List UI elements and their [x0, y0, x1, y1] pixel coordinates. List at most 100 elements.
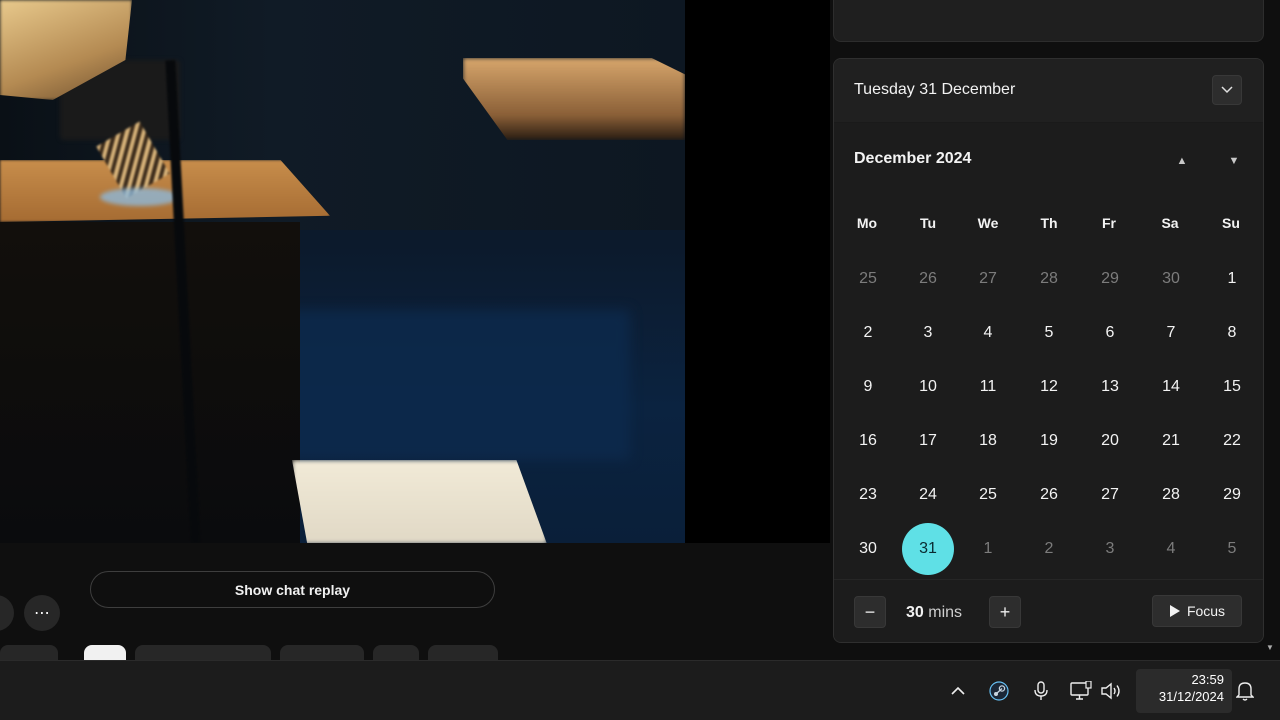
- calendar-day[interactable]: 1: [962, 523, 1014, 575]
- selected-date: Tuesday 31 December: [854, 81, 1016, 98]
- decrease-minutes-button[interactable]: −: [854, 596, 886, 628]
- increase-minutes-button[interactable]: +: [989, 596, 1021, 628]
- page-scrollbar[interactable]: [1264, 0, 1280, 660]
- focus-button[interactable]: Focus: [1152, 595, 1242, 627]
- notifications-button[interactable]: [1233, 679, 1257, 703]
- taskbar: 23:59 31/12/2024: [0, 660, 1280, 720]
- calendar-day[interactable]: 4: [1145, 523, 1197, 575]
- focus-label: Focus: [1186, 603, 1226, 619]
- calendar-day[interactable]: 24: [902, 469, 954, 521]
- calendar-day[interactable]: 18: [962, 415, 1014, 467]
- network-tray-button[interactable]: [1069, 679, 1093, 703]
- calendar-flyout: Tuesday 31 December December 2024 ▲ ▼ Mo…: [833, 58, 1264, 643]
- calendar-day[interactable]: 5: [1206, 523, 1258, 575]
- weekday-label: Th: [1040, 215, 1058, 231]
- calendar-day[interactable]: 15: [1206, 361, 1258, 413]
- chip-active[interactable]: [84, 645, 126, 660]
- play-icon: [1169, 605, 1180, 617]
- chip[interactable]: [0, 645, 58, 660]
- scroll-down-icon[interactable]: ▼: [1266, 643, 1274, 652]
- chat-replay-label: Show chat replay: [234, 581, 351, 598]
- calendar-day[interactable]: 13: [1084, 361, 1136, 413]
- chip[interactable]: [428, 645, 498, 660]
- calendar-day[interactable]: 3: [1084, 523, 1136, 575]
- steam-tray-button[interactable]: [987, 679, 1011, 703]
- video-player[interactable]: [0, 0, 830, 543]
- minus-icon: −: [864, 601, 876, 622]
- chip[interactable]: [280, 645, 364, 660]
- calendar-day[interactable]: 11: [962, 361, 1014, 413]
- calendar-day[interactable]: 25: [962, 469, 1014, 521]
- weekday-label: Sa: [1161, 215, 1179, 231]
- calendar-header: Tuesday 31 December: [834, 59, 1263, 123]
- more-actions-button[interactable]: ⋯: [24, 595, 60, 631]
- collapse-calendar-button[interactable]: [1212, 75, 1242, 105]
- calendar-day[interactable]: 29: [1084, 253, 1136, 305]
- calendar-day[interactable]: 29: [1206, 469, 1258, 521]
- calendar-day[interactable]: 21: [1145, 415, 1197, 467]
- show-chat-replay-button[interactable]: Show chat replay: [90, 571, 495, 608]
- calendar-day[interactable]: 20: [1084, 415, 1136, 467]
- calendar-day[interactable]: 2: [1023, 523, 1075, 575]
- calendar-day[interactable]: 14: [1145, 361, 1197, 413]
- clock-date: 31/12/2024: [1158, 689, 1224, 704]
- calendar-day[interactable]: 6: [1084, 307, 1136, 359]
- triangle-up-icon: ▲: [1176, 155, 1188, 167]
- plus-icon: +: [999, 601, 1011, 622]
- notification-panel: [833, 0, 1264, 42]
- video-frame: [0, 0, 685, 543]
- calendar-day[interactable]: 4: [962, 307, 1014, 359]
- calendar-day[interactable]: 26: [902, 253, 954, 305]
- calendar-day[interactable]: 23: [842, 469, 894, 521]
- steam-icon: [989, 681, 1009, 701]
- clock-button[interactable]: 23:59 31/12/2024: [1136, 669, 1232, 713]
- calendar-day[interactable]: 30: [1145, 253, 1197, 305]
- volume-tray-button[interactable]: [1100, 679, 1124, 703]
- microphone-icon: [1034, 681, 1048, 700]
- minutes-value: 30: [906, 604, 924, 621]
- calendar-day[interactable]: 19: [1023, 415, 1075, 467]
- next-month-button[interactable]: ▼: [1222, 149, 1246, 173]
- partial-action-button[interactable]: [0, 595, 14, 631]
- clock-time: 23:59: [1191, 672, 1224, 687]
- more-icon: ⋯: [34, 605, 50, 622]
- calendar-day[interactable]: 28: [1023, 253, 1075, 305]
- calendar-day[interactable]: 16: [842, 415, 894, 467]
- filter-chips: [0, 645, 830, 660]
- calendar-day[interactable]: 25: [842, 253, 894, 305]
- chip[interactable]: [373, 645, 419, 660]
- calendar-day[interactable]: 1: [1206, 253, 1258, 305]
- calendar-day[interactable]: 5: [1023, 307, 1075, 359]
- calendar-day[interactable]: 10: [902, 361, 954, 413]
- focus-footer: − 30 mins + Focus: [834, 579, 1263, 642]
- calendar-day[interactable]: 8: [1206, 307, 1258, 359]
- previous-month-button[interactable]: ▲: [1170, 149, 1194, 173]
- calendar-day[interactable]: 22: [1206, 415, 1258, 467]
- chevron-down-icon: [1221, 86, 1233, 94]
- volume-icon: [1101, 682, 1120, 700]
- calendar-day[interactable]: 9: [842, 361, 894, 413]
- minutes-unit: mins: [928, 604, 963, 621]
- chip[interactable]: [135, 645, 271, 660]
- calendar-day[interactable]: 17: [902, 415, 954, 467]
- weekday-label: We: [977, 215, 999, 231]
- calendar-day[interactable]: 30: [842, 523, 894, 575]
- calendar-day[interactable]: 27: [962, 253, 1014, 305]
- weekday-label: Fr: [1102, 215, 1116, 231]
- show-hidden-icons-button[interactable]: [946, 679, 970, 703]
- weekday-header: Mo Tu We Th Fr Sa Su: [834, 215, 1263, 235]
- network-icon: [1070, 681, 1092, 700]
- calendar-day[interactable]: 12: [1023, 361, 1075, 413]
- focus-duration: 30 mins: [906, 604, 962, 622]
- calendar-day[interactable]: 2: [842, 307, 894, 359]
- month-label: December 2024: [854, 150, 972, 167]
- microphone-tray-button[interactable]: [1029, 679, 1053, 703]
- calendar-day[interactable]: 28: [1145, 469, 1197, 521]
- calendar-day[interactable]: 27: [1084, 469, 1136, 521]
- calendar-day[interactable]: 26: [1023, 469, 1075, 521]
- weekday-label: Tu: [919, 215, 937, 231]
- weekday-label: Mo: [856, 215, 878, 231]
- calendar-day[interactable]: 7: [1145, 307, 1197, 359]
- calendar-day[interactable]: 3: [902, 307, 954, 359]
- calendar-day-today[interactable]: 31: [902, 523, 954, 575]
